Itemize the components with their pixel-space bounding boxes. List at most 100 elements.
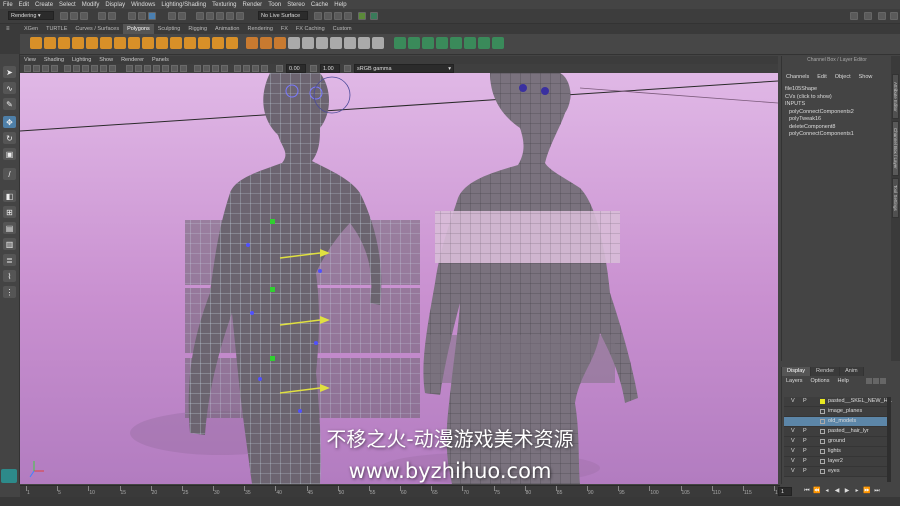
channel-menu-channels[interactable]: Channels — [782, 74, 813, 82]
new-layer-icon[interactable] — [880, 378, 886, 384]
scale-tool-icon[interactable]: ▣ — [3, 148, 16, 160]
layer-tab-display[interactable]: Display — [782, 367, 812, 376]
fill-hole-icon[interactable] — [372, 37, 384, 49]
last-tool-icon[interactable]: / — [3, 168, 16, 180]
go-to-start-icon[interactable]: ⏮ — [803, 487, 811, 496]
mask-edge-icon[interactable] — [178, 12, 186, 20]
tab-rendering[interactable]: Rendering — [244, 24, 277, 34]
cylinder-icon[interactable] — [58, 37, 70, 49]
tab-rigging[interactable]: Rigging — [184, 24, 211, 34]
snap-point-icon[interactable] — [216, 12, 224, 20]
xray-components-icon[interactable] — [261, 65, 268, 72]
layer-menu-layers[interactable]: Layers — [782, 378, 807, 384]
multi-cut-icon[interactable] — [394, 37, 406, 49]
menu-cache[interactable]: Cache — [308, 2, 331, 8]
snap-grid-icon[interactable] — [196, 12, 204, 20]
render-settings-icon[interactable] — [334, 12, 342, 20]
wireframe-on-shaded-icon[interactable] — [153, 65, 160, 72]
bevel-icon[interactable] — [344, 37, 356, 49]
insert-edge-icon[interactable] — [450, 37, 462, 49]
layer-playback-toggle[interactable]: P — [803, 398, 807, 404]
resolution-gate-icon[interactable] — [82, 65, 89, 72]
custom-layout-icon[interactable]: ⋮ — [3, 286, 16, 298]
snap-view-plane-icon[interactable] — [226, 12, 234, 20]
platonic-icon[interactable] — [128, 37, 140, 49]
ipr-render-icon[interactable] — [324, 12, 332, 20]
step-forward-frame-icon[interactable]: ▸ — [853, 487, 861, 496]
depth-of-field-icon[interactable] — [221, 65, 228, 72]
textured-icon[interactable] — [162, 65, 169, 72]
panel-menu-view[interactable]: View — [20, 57, 40, 63]
menu-select[interactable]: Select — [56, 2, 79, 8]
single-perspective-layout-icon[interactable]: ◧ — [3, 190, 16, 202]
camera-attributes-icon[interactable] — [33, 65, 40, 72]
xray-joints-icon[interactable] — [252, 65, 259, 72]
torus-icon[interactable] — [86, 37, 98, 49]
menu-stereo[interactable]: Stereo — [284, 2, 308, 8]
tab-fx-caching[interactable]: FX Caching — [292, 24, 329, 34]
move-layer-down-icon[interactable] — [873, 378, 879, 384]
use-default-material-icon[interactable] — [144, 65, 151, 72]
menu-file[interactable]: File — [0, 2, 16, 8]
persp-outliner-layout-icon[interactable]: ▥ — [3, 238, 16, 250]
layer-visibility-toggle[interactable]: V — [791, 398, 795, 404]
panel-menu-panels[interactable]: Panels — [148, 57, 173, 63]
go-to-end-icon[interactable]: ⏭ — [873, 487, 881, 496]
cvs-toggle[interactable]: CVs (click to show) — [785, 94, 832, 100]
separate-icon[interactable] — [260, 37, 272, 49]
svg-icon[interactable] — [226, 37, 238, 49]
motion-blur-icon[interactable] — [203, 65, 210, 72]
tab-tool-settings[interactable]: Tool Settings — [892, 178, 899, 218]
extrude-icon[interactable] — [316, 37, 328, 49]
layer-color-swatch[interactable] — [820, 399, 825, 404]
field-chart-icon[interactable] — [100, 65, 107, 72]
layer-row[interactable]: V Ppasted__SKEL_NEW_H... — [784, 397, 892, 407]
tab-attribute-editor[interactable]: Attribute Editor — [892, 74, 899, 119]
play-forwards-icon[interactable]: ▶ — [843, 487, 851, 496]
layer-menu-help[interactable]: Help — [833, 378, 852, 384]
append-icon[interactable] — [358, 37, 370, 49]
panel-menu-shading[interactable]: Shading — [40, 57, 68, 63]
pyramid-icon[interactable] — [142, 37, 154, 49]
human-ik-icon[interactable] — [370, 12, 378, 20]
quad-draw-icon[interactable] — [436, 37, 448, 49]
lasso-tool-icon[interactable]: ∿ — [3, 82, 16, 94]
exposure-field[interactable]: 0.00 — [286, 64, 306, 73]
channel-menu-object[interactable]: Object — [831, 74, 855, 82]
screen-space-ao-icon[interactable] — [194, 65, 201, 72]
target-weld-icon[interactable] — [408, 37, 420, 49]
shadows-icon[interactable] — [180, 65, 187, 72]
bridge-icon[interactable] — [330, 37, 342, 49]
hypershade-icon[interactable] — [344, 12, 352, 20]
isolate-select-icon[interactable] — [234, 65, 241, 72]
gear-icon[interactable] — [198, 37, 210, 49]
bookmarks-icon[interactable] — [42, 65, 49, 72]
redo-icon[interactable] — [108, 12, 116, 20]
combine-icon[interactable] — [246, 37, 258, 49]
gamma-icon[interactable] — [310, 65, 317, 72]
cone-icon[interactable] — [72, 37, 84, 49]
select-hierarchy-icon[interactable] — [128, 12, 136, 20]
step-back-frame-icon[interactable]: ◂ — [823, 487, 831, 496]
menu-display[interactable]: Display — [102, 2, 128, 8]
wireframe-icon[interactable] — [126, 65, 133, 72]
helix-icon[interactable] — [184, 37, 196, 49]
rotate-tool-icon[interactable]: ↻ — [3, 132, 16, 144]
view-transform-dropdown[interactable]: sRGB gamma ▾ — [354, 64, 454, 73]
range-slider[interactable] — [0, 497, 900, 506]
render-current-frame-icon[interactable] — [314, 12, 322, 20]
layer-tab-render[interactable]: Render — [811, 367, 841, 376]
tab-fx[interactable]: FX — [277, 24, 292, 34]
mask-vertex-icon[interactable] — [168, 12, 176, 20]
smooth-icon[interactable] — [274, 37, 286, 49]
anti-aliasing-icon[interactable] — [212, 65, 219, 72]
film-gate-icon[interactable] — [73, 65, 80, 72]
unfold-icon[interactable] — [478, 37, 490, 49]
menuset-dropdown[interactable]: Rendering ▾ — [8, 11, 54, 20]
tab-channel-box[interactable]: Channel Box / Layer Editor — [892, 121, 899, 176]
select-camera-icon[interactable] — [24, 65, 31, 72]
mirror-icon[interactable] — [302, 37, 314, 49]
move-layer-up-icon[interactable] — [866, 378, 872, 384]
layer-menu-options[interactable]: Options — [807, 378, 834, 384]
exposure-icon[interactable] — [276, 65, 283, 72]
